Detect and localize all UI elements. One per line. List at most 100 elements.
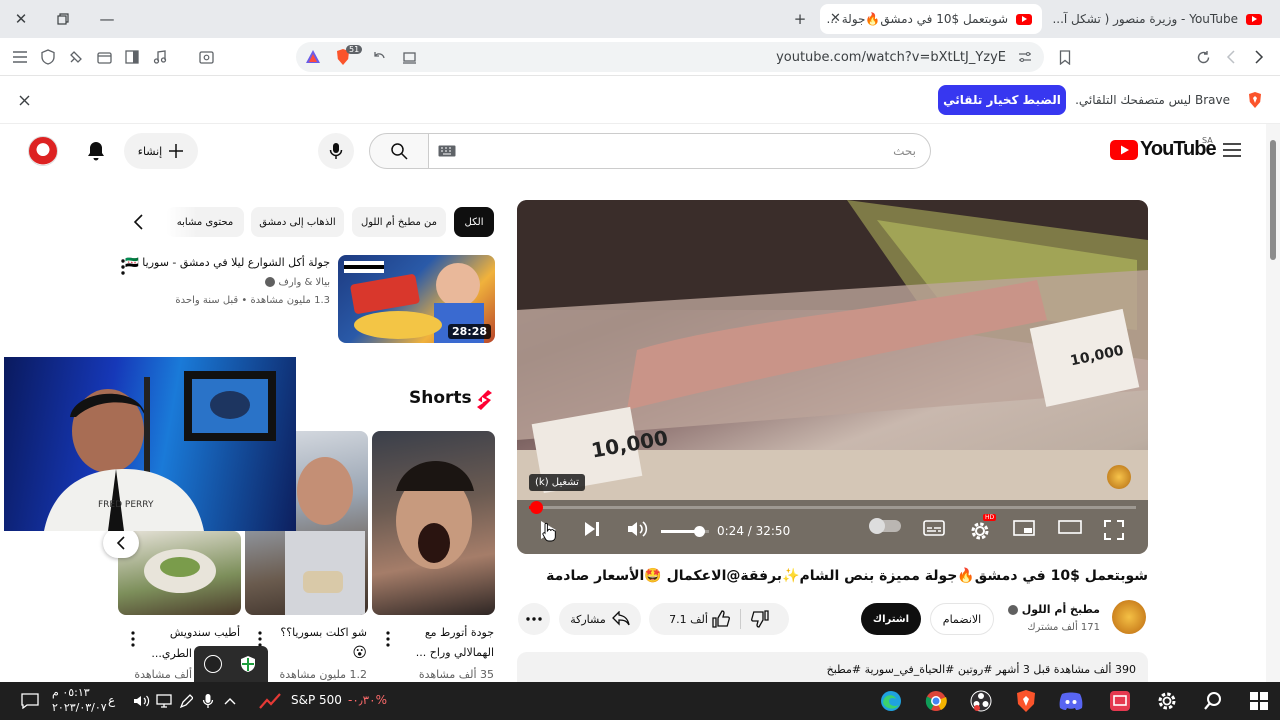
short-more-icon[interactable] [130,631,136,647]
tab-active-video[interactable]: شوبتعمل $10 في دمشق🔥جولة ... ✕ [820,4,1042,34]
sidebar-icon[interactable] [121,46,143,68]
like-button[interactable]: 7.1 ألف [669,609,741,629]
chips-prev-arrow-icon[interactable] [132,213,146,231]
short-title-line[interactable]: الطري... [151,647,192,660]
pen-icon[interactable] [174,689,198,713]
edge-app-icon[interactable] [877,689,905,713]
search-taskbar-icon[interactable] [1200,689,1226,713]
capture-app-icon[interactable] [1106,689,1134,713]
search-input[interactable]: بحث [428,133,931,169]
stocks-widget-icon[interactable] [258,689,282,713]
short-title-line[interactable]: الهمالالي وراح ... [416,646,494,659]
short-title-line[interactable]: أطيب سندويش [170,626,240,639]
autoplay-toggle[interactable] [869,518,901,534]
windows-start-icon[interactable] [1246,689,1272,713]
extensions-icon[interactable] [65,46,87,68]
more-options-icon[interactable] [120,258,126,276]
shorts-prev-button[interactable] [103,528,139,558]
join-button[interactable]: الانضمام [930,603,994,635]
site-settings-icon[interactable] [1014,46,1036,68]
microphone-tray-icon[interactable] [196,689,220,713]
cast-icon[interactable] [398,46,420,68]
share-button[interactable]: مشاركة [559,603,641,635]
brave-app-icon[interactable] [1012,689,1040,713]
volume-slider[interactable] [661,526,709,537]
channel-avatar[interactable] [1112,600,1146,634]
wallet-icon[interactable] [93,46,115,68]
voice-search-button[interactable] [318,133,354,169]
video-player[interactable]: 10,000 10,000 تشغيل (k) 0:24 / 32:50 HD [517,200,1148,554]
stock-ticker-value[interactable]: -٠٫٣٠% [348,693,387,707]
recommendation-title[interactable]: جولة أكل الشوارع ليلا في دمشق - سوريا 🇸🇾 [125,256,330,269]
short-card-1[interactable] [372,431,495,615]
chrome-app-icon[interactable] [922,689,950,713]
create-button[interactable]: إنشاء [124,133,198,169]
dislike-button[interactable] [747,610,769,628]
next-button[interactable] [583,520,601,538]
obs-app-icon[interactable] [967,689,995,713]
short-title-line[interactable]: 😮 [352,645,367,661]
set-default-button[interactable]: الضبط كخيار تلقائي [938,85,1066,115]
clock-time[interactable]: ٠٥:١٣ م [52,686,90,699]
youtube-logo[interactable]: YouTube SA [1110,136,1217,161]
channel-name[interactable]: مطبخ أم اللول [1007,603,1100,616]
notifications-icon[interactable] [18,689,42,713]
subscribe-button[interactable]: اشتراك [861,603,921,635]
keyboard-icon[interactable] [438,145,456,157]
menu-icon[interactable] [9,46,31,68]
chip-similar[interactable]: محتوى مشابه [166,207,244,237]
screenshot-icon[interactable] [195,46,217,68]
short-more-icon[interactable] [385,631,391,647]
network-icon[interactable] [152,689,176,713]
input-language[interactable]: ع [108,693,115,707]
short-more-icon[interactable] [257,631,263,647]
new-tab-button[interactable]: + [789,8,811,30]
forward-icon[interactable] [1220,46,1242,68]
scrollbar-thumb[interactable] [1270,140,1276,260]
channel-watermark[interactable] [1107,465,1131,489]
page-scrollbar[interactable] [1266,124,1280,682]
guide-menu-icon[interactable] [1222,142,1242,158]
discord-app-icon[interactable] [1057,689,1085,713]
stock-ticker-label[interactable]: S&P 500 [291,693,342,707]
fullscreen-button[interactable] [1104,520,1124,540]
more-actions-button[interactable] [518,603,550,635]
show-hidden-icons-icon[interactable] [218,689,242,713]
brave-rewards-icon[interactable] [302,46,324,68]
address-bar[interactable]: 51 youtube.com/watch?v=bXtLtJ_YzyE [296,42,1044,72]
shorts-logo-icon [474,389,494,411]
chip-from-channel[interactable]: من مطبخ أم اللول [352,207,446,237]
short-title-line[interactable]: شو اكلت بسوريا؟؟ [280,626,367,639]
chip-go-to-damascus[interactable]: الذهاب إلى دمشق [251,207,344,237]
theater-mode-button[interactable] [1058,520,1082,534]
obs-tray-icon[interactable] [204,655,222,673]
music-icon[interactable] [149,46,171,68]
bookmark-icon[interactable] [1054,46,1076,68]
settings-app-icon[interactable] [1154,689,1180,713]
security-tray-icon[interactable] [240,655,256,673]
clock-date[interactable]: ٢٠٢٣/٠٣/٠٧ [52,701,107,714]
recommendation-channel[interactable]: بيالا & وارف [265,277,330,288]
shield-icon[interactable] [37,46,59,68]
close-infobar-icon[interactable] [13,89,35,111]
search-button[interactable] [369,133,429,169]
reload-tab-icon[interactable] [368,46,390,68]
tab-youtube[interactable]: YouTube - وزيرة منصور ( تشكل آ... [1046,4,1272,34]
restore-window-button[interactable] [52,8,74,30]
mute-button[interactable] [627,520,649,538]
settings-button[interactable]: HD [969,514,997,542]
reload-icon[interactable] [1192,46,1214,68]
miniplayer-button[interactable] [1013,520,1035,536]
recommendation-thumbnail[interactable]: 28:28 [338,255,495,343]
short-title-line[interactable]: جودة أتورط مع [425,626,494,639]
subtitles-button[interactable] [923,520,945,536]
progress-bar[interactable] [529,501,1136,514]
account-avatar[interactable] [28,136,58,166]
chip-all[interactable]: الكل [454,207,494,237]
close-window-button[interactable]: ✕ [10,8,32,30]
back-icon[interactable] [1248,46,1270,68]
close-tab-icon[interactable]: ✕ [830,11,841,26]
speaker-icon[interactable] [130,689,154,713]
notifications-bell-icon[interactable] [86,140,106,162]
minimize-window-button[interactable]: — [96,8,118,30]
